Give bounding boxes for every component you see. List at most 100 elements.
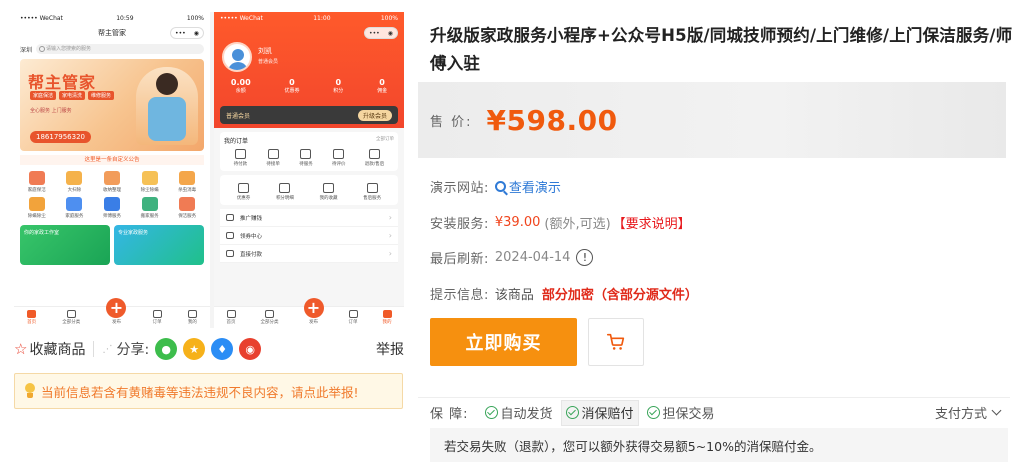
menu-item: 领券中心 (220, 227, 398, 245)
install-requirements-link[interactable]: 【要求说明】 (613, 213, 691, 232)
product-title: 升级版家政服务小程序+公众号H5版/同城技师预约/上门维修/上门保洁服务/师傅入… (430, 26, 1013, 73)
service-icon (66, 197, 83, 211)
payment-method-dropdown[interactable]: 支付方式 (935, 403, 1002, 422)
divider (93, 341, 95, 357)
clipboard-icon (267, 149, 279, 159)
service-icon (179, 171, 196, 185)
service-grid: 家庭保洁 大扫除 收纳整理 除尘除螨 杀虫消毒 除螨除尘 家庭服务 师傅服务 搬… (14, 169, 210, 221)
ticket-icon (226, 232, 234, 239)
orders-title: 我的订单 (224, 138, 249, 145)
user-name: 刘凯 (258, 47, 272, 55)
tab-home: 首页 (27, 310, 37, 325)
tips-row: 提示信息: 该商品 部分加密（含部分源文件） (430, 284, 698, 303)
qq-share-icon[interactable]: ♦ (211, 338, 234, 360)
stat-item: 0 优惠券 (284, 78, 299, 94)
tools-card: 优惠券 积分明细 我的收藏 售后服务 (220, 175, 398, 205)
tool-label: 售后服务 (363, 196, 382, 201)
service-item: 家庭服务 (56, 197, 94, 219)
tab-label: 我的 (382, 320, 392, 325)
stat-label: 余额 (235, 88, 246, 94)
share-text: 分享: (116, 342, 150, 358)
banner-tag: 家庭保洁 (30, 91, 57, 100)
service-icon (141, 197, 158, 211)
time-text: 10:59 (116, 14, 134, 22)
favorite-button[interactable]: ☆ 收藏商品 (14, 339, 85, 359)
home-screen-mockup: ••••• WeChat 10:59 100% 帮主管家 ••• ◉ 深圳 请输入… (14, 12, 210, 328)
upgrade-member-button: 升级会员 (357, 109, 392, 121)
guarantee-auto-delivery[interactable]: 自动发货 (481, 400, 557, 426)
home-banner: 帮主管家 家庭保洁 家电清洗 维修服务 全心服务 上门服务 1861795632… (20, 59, 204, 151)
wechat-share-icon[interactable]: ● (155, 338, 178, 360)
service-icon (28, 197, 45, 211)
demo-site-row: 演示网站: 查看演示 (430, 177, 561, 196)
location-label: 深圳 (20, 46, 33, 54)
tab-label: 首页 (27, 320, 37, 325)
tab-publish: + 发布 (106, 298, 127, 325)
battery-text: 100% (380, 14, 398, 22)
service-item: 搬家服务 (131, 197, 169, 219)
tab-label: 首页 (226, 320, 236, 325)
mail-icon (152, 310, 162, 318)
add-to-cart-button[interactable] (588, 318, 644, 366)
mini-tab-bar: 首页 全部分类 + 发布 订单 我的 (14, 298, 210, 328)
report-warning-banner[interactable]: 当前信息若含有黄赌毒等违法违规不良内容，请点此举报! (14, 373, 403, 409)
view-demo-link[interactable]: 查看演示 (494, 177, 561, 196)
member-bar: 普通会员 升级会员 (220, 106, 398, 124)
menu-item: 直接付款 (220, 245, 398, 263)
tab-orders: 订单 (152, 310, 162, 325)
buy-now-button[interactable]: 立即购买 (430, 318, 577, 366)
order-status-item: 退款/售后 (365, 149, 384, 167)
promo-card: 专业家政服务 (114, 225, 204, 265)
price-label: 售 价: (430, 114, 473, 130)
pay-icon (226, 250, 234, 257)
guarantee-consumer-protection[interactable]: 消保赔付 (560, 399, 639, 426)
guarantee-item-label: 消保赔付 (581, 407, 634, 422)
points-icon (279, 183, 291, 193)
tool-label: 我的收藏 (319, 196, 338, 201)
install-service-row: 安装服务: ¥39.00 (额外,可选) 【要求说明】 (430, 213, 691, 232)
toolbox-icon (300, 149, 312, 159)
comment-icon (333, 149, 345, 159)
guarantee-note: 若交易失败（退款），您可以额外获得交易额5~10%的消保赔付金。 (430, 428, 1008, 462)
tool-item: 我的收藏 (320, 183, 338, 201)
service-label: 大扫除 (67, 188, 82, 193)
tab-label: 订单 (348, 320, 358, 325)
banner-tag: 维修服务 (88, 91, 115, 100)
mail-icon (348, 310, 358, 318)
order-status-label: 待服务 (299, 162, 313, 167)
mini-title-bar: 帮主管家 ••• ◉ (14, 24, 210, 42)
lightbulb-icon (23, 382, 37, 400)
user-stats: 0.00 余额 0 优惠券 0 积分 0 佣金 (214, 78, 404, 94)
mini-app-title: 帮主管家 (98, 29, 126, 37)
stat-item: 0.00 余额 (231, 78, 251, 94)
guarantee-escrow[interactable]: 担保交易 (643, 400, 719, 426)
grid-icon (66, 310, 76, 318)
report-link[interactable]: 举报 (376, 339, 404, 359)
capsule-menu: ••• ◉ (364, 27, 398, 39)
promo-card: 你的家政工作室 (20, 225, 110, 265)
capsule-menu: ••• ◉ (170, 27, 204, 39)
stat-value: 0 (289, 78, 295, 87)
chevron-down-icon (991, 405, 1002, 416)
mini-search-row: 深圳 请输入您搜索的服务 (14, 42, 210, 56)
product-preview-image[interactable]: ••••• WeChat 10:59 100% 帮主管家 ••• ◉ 深圳 请输入… (14, 12, 404, 328)
banner-subtext: 全心服务 上门服务 (30, 108, 72, 114)
tab-label: 发布 (309, 320, 318, 325)
service-label: 保洁服务 (178, 214, 197, 219)
service-label: 杀虫消毒 (178, 188, 197, 193)
tab-categories: 全部分类 (261, 310, 279, 325)
qzone-share-icon[interactable]: ★ (183, 338, 206, 360)
service-item: 师傅服务 (93, 197, 131, 219)
service-label: 家庭保洁 (27, 188, 46, 193)
tool-item: 优惠券 (237, 183, 250, 201)
user-icon (187, 310, 197, 318)
tool-label: 积分明细 (275, 196, 294, 201)
view-demo-text: 查看演示 (508, 181, 561, 196)
service-icon (103, 171, 120, 185)
service-item: 杀虫消毒 (168, 171, 206, 193)
tool-item: 积分明细 (276, 183, 294, 201)
help-icon[interactable]: ! (576, 249, 594, 266)
tips-label: 提示信息: (430, 288, 489, 303)
check-circle-icon (646, 406, 660, 419)
weibo-share-icon[interactable]: ◉ (239, 338, 262, 360)
